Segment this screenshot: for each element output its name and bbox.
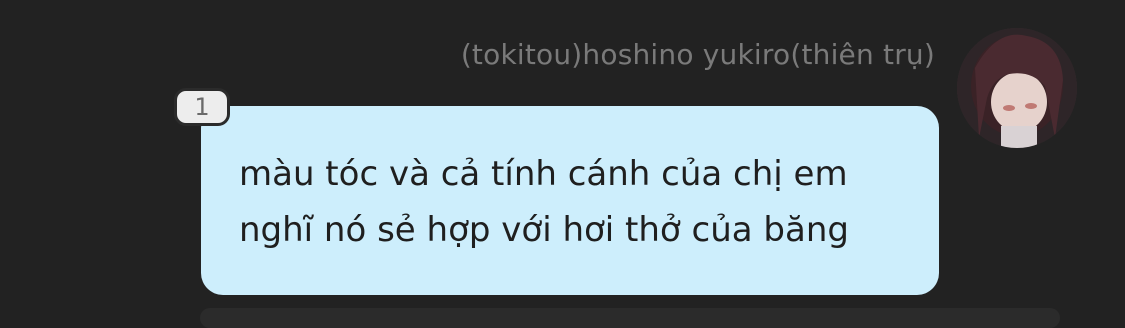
message-text: màu tóc và cả tính cánh của chị em nghĩ … bbox=[239, 154, 849, 250]
message-bubble[interactable]: màu tóc và cả tính cánh của chị em nghĩ … bbox=[201, 106, 939, 295]
reply-count-badge[interactable]: 1 bbox=[174, 88, 230, 126]
next-message-bubble-edge bbox=[200, 308, 1060, 328]
sender-name[interactable]: (tokitou)hoshino yukiro(thiên trụ) bbox=[461, 38, 935, 71]
sender-avatar[interactable] bbox=[957, 28, 1077, 148]
avatar-image bbox=[957, 28, 1077, 148]
